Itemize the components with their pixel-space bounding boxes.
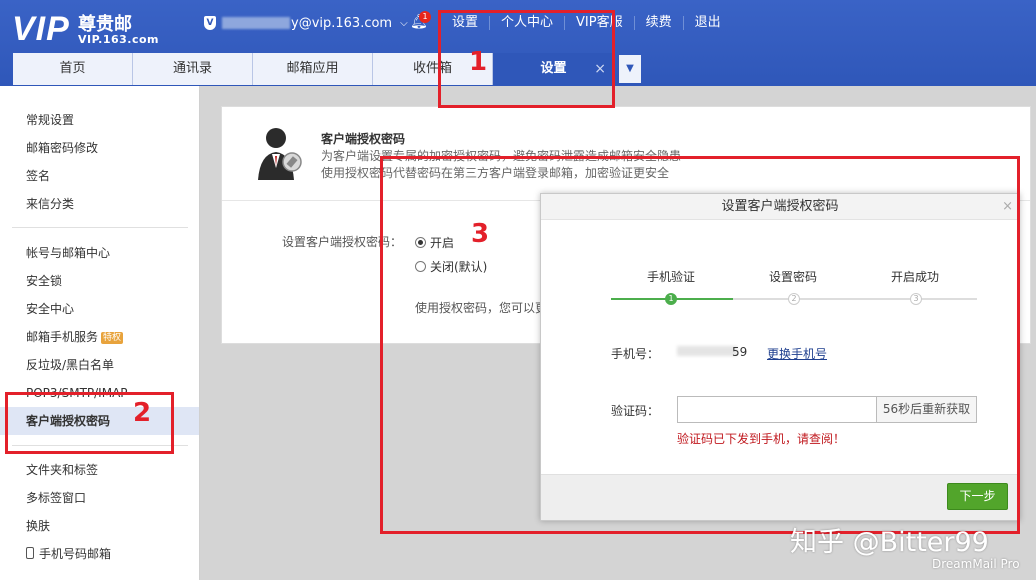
annotation-box-3	[380, 156, 1020, 534]
sidebar-divider	[12, 227, 188, 228]
annotation-number-2: 2	[133, 398, 152, 428]
annotation-box-1	[438, 10, 615, 108]
notification-badge: 1	[419, 11, 431, 23]
sidebar-item-password[interactable]: 邮箱密码修改	[0, 134, 199, 162]
tab-mail-apps[interactable]: 邮箱应用	[253, 53, 373, 85]
account-email: y@vip.163.com	[291, 15, 393, 31]
sidebar-item-mail-filter[interactable]: 来信分类	[0, 190, 199, 218]
vip-shield-icon: V	[204, 16, 216, 30]
sidebar-item-skin[interactable]: 换肤	[0, 512, 199, 540]
logo-domain: VIP.163.com	[78, 33, 160, 46]
app-watermark: DreamMail Pro	[932, 557, 1020, 571]
sidebar-item-general[interactable]: 常规设置	[0, 106, 199, 134]
sidebar-item-label: 手机号码邮箱	[39, 547, 112, 561]
sidebar-item-account-center[interactable]: 帐号与邮箱中心	[0, 239, 199, 267]
user-key-icon	[258, 128, 302, 180]
bell-icon[interactable]: 🔔︎ 1	[410, 11, 431, 30]
chevron-down-icon: ⌵	[400, 17, 408, 29]
tab-home[interactable]: 首页	[13, 53, 133, 85]
sidebar-item-phone-mail[interactable]: 手机号码邮箱	[0, 540, 199, 568]
privilege-badge: 特权	[101, 332, 124, 344]
sidebar-item-mobile-service[interactable]: 邮箱手机服务 特权	[0, 323, 199, 351]
annotation-number-3: 3	[471, 219, 490, 249]
sidebar-item-label: 邮箱手机服务	[26, 330, 99, 344]
masked-email	[222, 17, 290, 29]
sidebar-item-security-center[interactable]: 安全中心	[0, 295, 199, 323]
link-renew[interactable]: 续费	[635, 16, 684, 30]
zhihu-watermark: 知乎 @Bitter99	[790, 527, 989, 558]
sidebar-item-signature[interactable]: 签名	[0, 162, 199, 190]
annotation-number-1: 1	[469, 47, 488, 77]
chevron-down-icon[interactable]: ▼	[619, 55, 641, 83]
section-title: 客户端授权密码	[321, 132, 406, 146]
sidebar-item-folders-tags[interactable]: 文件夹和标签	[0, 456, 199, 484]
settings-sidebar: 常规设置 邮箱密码修改 签名 来信分类 帐号与邮箱中心 安全锁 安全中心 邮箱手…	[0, 86, 200, 580]
link-logout[interactable]: 退出	[684, 16, 732, 30]
logo-vip[interactable]: VIP	[12, 10, 70, 49]
tab-contacts[interactable]: 通讯录	[133, 53, 253, 85]
sidebar-item-security-lock[interactable]: 安全锁	[0, 267, 199, 295]
account-menu[interactable]: V y@vip.163.com ⌵	[204, 14, 408, 32]
sidebar-item-multi-tab[interactable]: 多标签窗口	[0, 484, 199, 512]
phone-icon	[26, 547, 34, 559]
sidebar-item-antispam[interactable]: 反垃圾/黑白名单	[0, 351, 199, 379]
